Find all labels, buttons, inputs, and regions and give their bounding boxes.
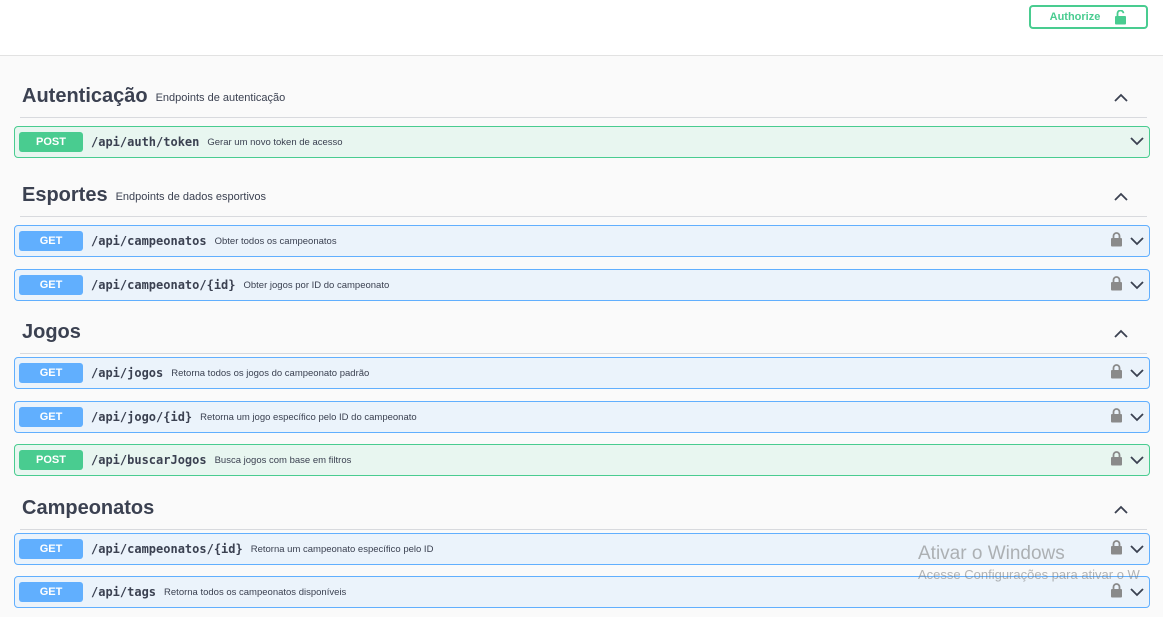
chevron-down-icon[interactable] [1129, 133, 1145, 151]
operation-summary: Obter todos os campeonatos [214, 235, 337, 247]
method-badge: GET [19, 363, 83, 383]
method-badge: GET [19, 275, 83, 295]
authorize-label: Authorize [1049, 11, 1101, 23]
lock-icon[interactable] [1110, 451, 1123, 471]
chevron-up-icon[interactable] [1113, 502, 1129, 520]
method-badge: POST [19, 450, 83, 470]
operation-controls [1110, 408, 1145, 428]
operation-summary: Retorna um campeonato específico pelo ID [250, 543, 434, 555]
tag-title: Autenticação [22, 84, 148, 107]
operation-get-jogo-id[interactable]: GET /api/jogo/{id} Retorna um jogo espec… [14, 401, 1150, 433]
operation-get-jogos[interactable]: GET /api/jogos Retorna todos os jogos do… [14, 357, 1150, 389]
authorize-button[interactable]: Authorize [1029, 5, 1148, 29]
chevron-down-icon[interactable] [1129, 541, 1145, 559]
lock-icon[interactable] [1110, 276, 1123, 296]
tag-header-esportes[interactable]: Esportes Endpoints de dados esportivos [20, 174, 1147, 217]
operation-controls [1110, 540, 1145, 560]
operation-path: /api/campeonato/{id} [91, 278, 236, 292]
operation-path: /api/campeonatos/{id} [91, 542, 243, 556]
operation-post-auth-token[interactable]: POST /api/auth/token Gerar um novo token… [14, 126, 1150, 158]
operation-controls [1110, 364, 1145, 384]
tag-header-autenticacao[interactable]: Autenticação Endpoints de autenticação [20, 75, 1147, 118]
operation-summary: Retorna todos os jogos do campeonato pad… [171, 367, 370, 379]
operation-path: /api/jogos [91, 366, 164, 380]
method-badge: GET [19, 539, 83, 559]
chevron-down-icon[interactable] [1129, 409, 1145, 427]
method-badge: GET [19, 582, 83, 602]
operation-get-campeonato-id[interactable]: GET /api/campeonato/{id} Obter jogos por… [14, 269, 1150, 301]
operation-path: /api/jogo/{id} [91, 410, 193, 424]
tag-description: Endpoints de dados esportivos [115, 190, 267, 203]
tag-header-jogos[interactable]: Jogos [20, 311, 1147, 354]
method-badge: GET [19, 407, 83, 427]
tag-title: Esportes [22, 183, 108, 206]
operation-path: /api/buscarJogos [91, 453, 207, 467]
operation-controls [1110, 276, 1145, 296]
operation-get-campeonatos-id[interactable]: GET /api/campeonatos/{id} Retorna um cam… [14, 533, 1150, 565]
top-bar: Authorize [0, 0, 1163, 56]
chevron-down-icon[interactable] [1129, 277, 1145, 295]
chevron-down-icon[interactable] [1129, 233, 1145, 251]
method-badge: POST [19, 132, 83, 152]
unlocked-icon [1114, 9, 1127, 25]
operation-path: /api/tags [91, 585, 157, 599]
operation-summary: Gerar um novo token de acesso [207, 136, 343, 148]
operation-controls [1110, 232, 1145, 252]
chevron-up-icon[interactable] [1113, 90, 1129, 108]
chevron-down-icon[interactable] [1129, 452, 1145, 470]
chevron-up-icon[interactable] [1113, 189, 1129, 207]
lock-icon[interactable] [1110, 540, 1123, 560]
chevron-up-icon[interactable] [1113, 326, 1129, 344]
operation-get-campeonatos[interactable]: GET /api/campeonatos Obter todos os camp… [14, 225, 1150, 257]
lock-icon[interactable] [1110, 408, 1123, 428]
lock-icon[interactable] [1110, 583, 1123, 603]
tag-header-campeonatos[interactable]: Campeonatos [20, 487, 1147, 530]
tag-title: Jogos [22, 320, 81, 343]
operation-controls [1110, 451, 1145, 471]
operation-summary: Obter jogos por ID do campeonato [243, 279, 390, 291]
operation-controls [1110, 583, 1145, 603]
operation-post-buscar-jogos[interactable]: POST /api/buscarJogos Busca jogos com ba… [14, 444, 1150, 476]
operation-path: /api/auth/token [91, 135, 200, 149]
tag-title: Campeonatos [22, 496, 155, 519]
operation-get-tags[interactable]: GET /api/tags Retorna todos os campeonat… [14, 576, 1150, 608]
method-badge: GET [19, 231, 83, 251]
operation-controls [1129, 133, 1145, 151]
operation-path: /api/campeonatos [91, 234, 207, 248]
operation-summary: Retorna um jogo específico pelo ID do ca… [200, 411, 417, 423]
operation-summary: Retorna todos os campeonatos disponíveis [164, 586, 347, 598]
chevron-down-icon[interactable] [1129, 365, 1145, 383]
lock-icon[interactable] [1110, 364, 1123, 384]
operation-summary: Busca jogos com base em filtros [214, 454, 352, 466]
tag-description: Endpoints de autenticação [155, 91, 286, 104]
chevron-down-icon[interactable] [1129, 584, 1145, 602]
lock-icon[interactable] [1110, 232, 1123, 252]
